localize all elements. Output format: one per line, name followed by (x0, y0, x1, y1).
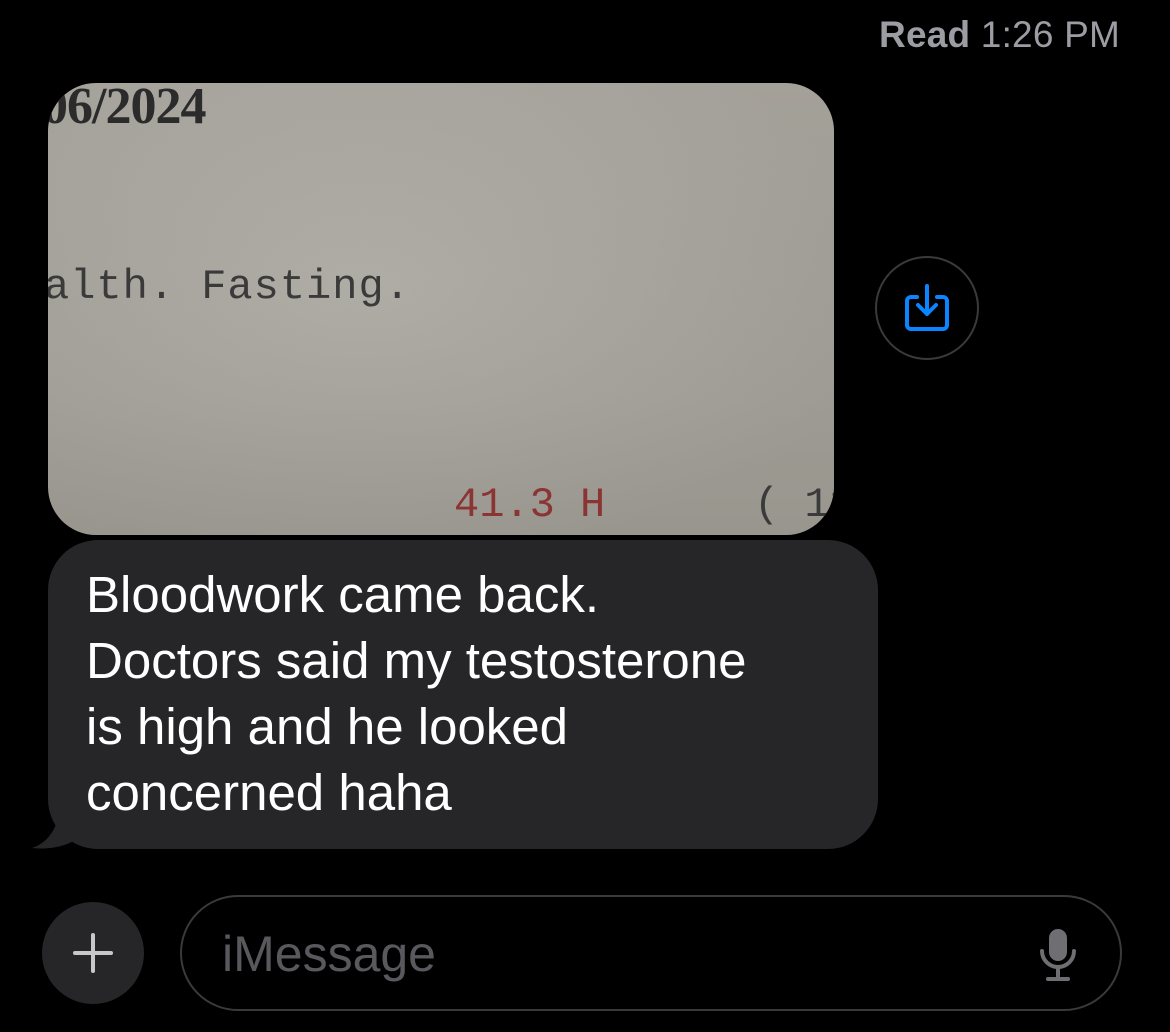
plus-icon (73, 933, 113, 973)
image-attachment[interactable]: 06/2024 alth. Fasting. 41.3 H ( 11 (48, 83, 834, 535)
message-text: Bloodwork came back. Doctors said my tes… (86, 566, 747, 821)
read-time: 1:26 PM (980, 14, 1120, 55)
document-result: 41.3 H (454, 481, 606, 529)
add-attachment-button[interactable] (42, 902, 144, 1004)
read-receipt: Read 1:26 PM (879, 14, 1120, 56)
document-date: 06/2024 (48, 83, 206, 135)
received-message-bubble[interactable]: Bloodwork came back. Doctors said my tes… (48, 540, 878, 849)
save-attachment-button[interactable] (875, 256, 979, 360)
document-line: alth. Fasting. (48, 263, 411, 311)
read-label: Read (879, 14, 971, 55)
message-input-placeholder: iMessage (222, 926, 436, 982)
document-range: ( 11 (754, 481, 834, 529)
save-to-photos-icon (905, 284, 949, 331)
microphone-icon[interactable] (1038, 927, 1078, 983)
message-input[interactable]: iMessage (180, 895, 1122, 1011)
